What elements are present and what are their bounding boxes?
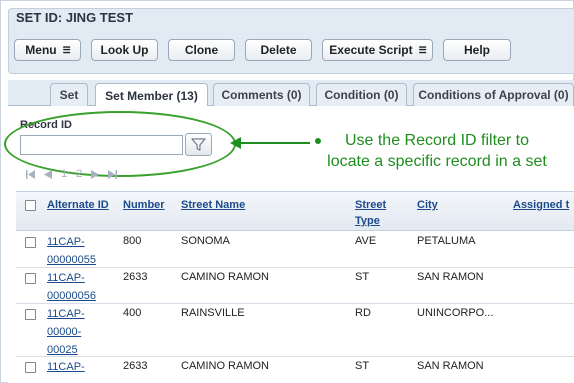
callout-text: Use the Record ID filter to locate a spe… <box>307 130 567 172</box>
cell-number: 2633 <box>123 271 148 283</box>
cell-street-name: SONOMA <box>181 235 230 247</box>
cell-city: SAN RAMON <box>417 360 484 372</box>
alternate-id-part: 11CAP- <box>47 272 85 284</box>
cell-street-name: RAINSVILLE <box>181 307 245 319</box>
alternate-id-link[interactable]: 11CAP- 00000056 <box>47 269 107 305</box>
row-checkbox[interactable] <box>25 273 36 284</box>
cell-city: PETALUMA <box>417 235 476 247</box>
page-2-link[interactable]: 2 <box>76 168 82 180</box>
alternate-id-part: 00000- <box>47 326 82 338</box>
cell-street-type: ST <box>355 360 370 372</box>
tab-condition[interactable]: Condition (0) <box>316 83 407 106</box>
select-all-checkbox[interactable] <box>25 200 36 211</box>
cell-street-type: RD <box>355 307 371 319</box>
cell-street-name: CAMINO RAMON <box>181 271 269 283</box>
menu-button-label: Menu <box>25 43 57 57</box>
tab-set-member[interactable]: Set Member (13) <box>95 83 208 107</box>
cell-street-type: AVE <box>355 235 377 247</box>
help-button[interactable]: Help <box>443 39 511 61</box>
column-street-name[interactable]: Street Name <box>181 199 245 211</box>
callout-arrow-head <box>230 137 241 149</box>
column-street-type-line2: Type <box>355 215 380 227</box>
column-number[interactable]: Number <box>123 199 165 211</box>
row-checkbox[interactable] <box>25 237 36 248</box>
cell-number: 800 <box>123 235 142 247</box>
column-street-type[interactable]: Street Type <box>355 199 386 227</box>
execute-script-button[interactable]: Execute Script ☰ <box>322 39 433 61</box>
pagination: 1 2 <box>26 167 118 181</box>
cell-city: UNINCORPO... <box>417 307 494 319</box>
alternate-id-part: 11CAP- <box>47 308 85 320</box>
callout-bullet <box>315 138 321 144</box>
column-street-type-line1: Street <box>355 199 387 211</box>
callout-line-2: locate a specific record in a set <box>327 153 547 170</box>
clone-button[interactable]: Clone <box>168 39 235 61</box>
column-assigned-to[interactable]: Assigned t <box>513 199 569 211</box>
tab-set[interactable]: Set <box>50 83 88 106</box>
look-up-button[interactable]: Look Up <box>91 39 158 61</box>
cell-street-name: CAMINO RAMON <box>181 360 269 372</box>
cell-number: 400 <box>123 307 142 319</box>
column-city[interactable]: City <box>417 199 438 211</box>
row-checkbox[interactable] <box>25 362 36 373</box>
next-page-icon[interactable] <box>91 169 100 179</box>
table-header <box>16 191 574 231</box>
alternate-id-part: 11CAP- <box>47 361 85 373</box>
alternate-id-link[interactable]: 11CAP- <box>47 358 107 376</box>
alternate-id-link[interactable]: 11CAP- 00000- 00025 <box>47 305 107 359</box>
set-id-title: SET ID: JING TEST <box>16 10 134 25</box>
alternate-id-part: 11CAP- <box>47 236 85 248</box>
callout-arrow-line <box>238 142 310 144</box>
alternate-id-part: 00000055 <box>47 254 96 266</box>
last-page-icon[interactable] <box>108 169 118 179</box>
callout-line-1: Use the Record ID filter to <box>344 132 530 149</box>
alternate-id-link[interactable]: 11CAP- 00000055 <box>47 233 107 269</box>
row-checkbox[interactable] <box>25 309 36 320</box>
cell-street-type: ST <box>355 271 370 283</box>
page-1-link[interactable]: 1 <box>61 168 67 180</box>
tab-conditions-of-approval[interactable]: Conditions of Approval (0) <box>413 83 574 106</box>
dropdown-icon: ☰ <box>418 44 427 55</box>
cell-city: SAN RAMON <box>417 271 484 283</box>
prev-page-icon[interactable] <box>44 169 52 179</box>
execute-script-label: Execute Script <box>329 43 413 57</box>
column-alternate-id[interactable]: Alternate ID <box>47 199 109 211</box>
first-page-icon[interactable] <box>26 169 35 179</box>
dropdown-icon: ☰ <box>62 44 71 55</box>
tab-comments[interactable]: Comments (0) <box>213 83 310 106</box>
delete-button[interactable]: Delete <box>245 39 312 61</box>
menu-button[interactable]: Menu ☰ <box>14 39 81 61</box>
cell-number: 2633 <box>123 360 148 372</box>
alternate-id-part: 00000056 <box>47 290 96 302</box>
